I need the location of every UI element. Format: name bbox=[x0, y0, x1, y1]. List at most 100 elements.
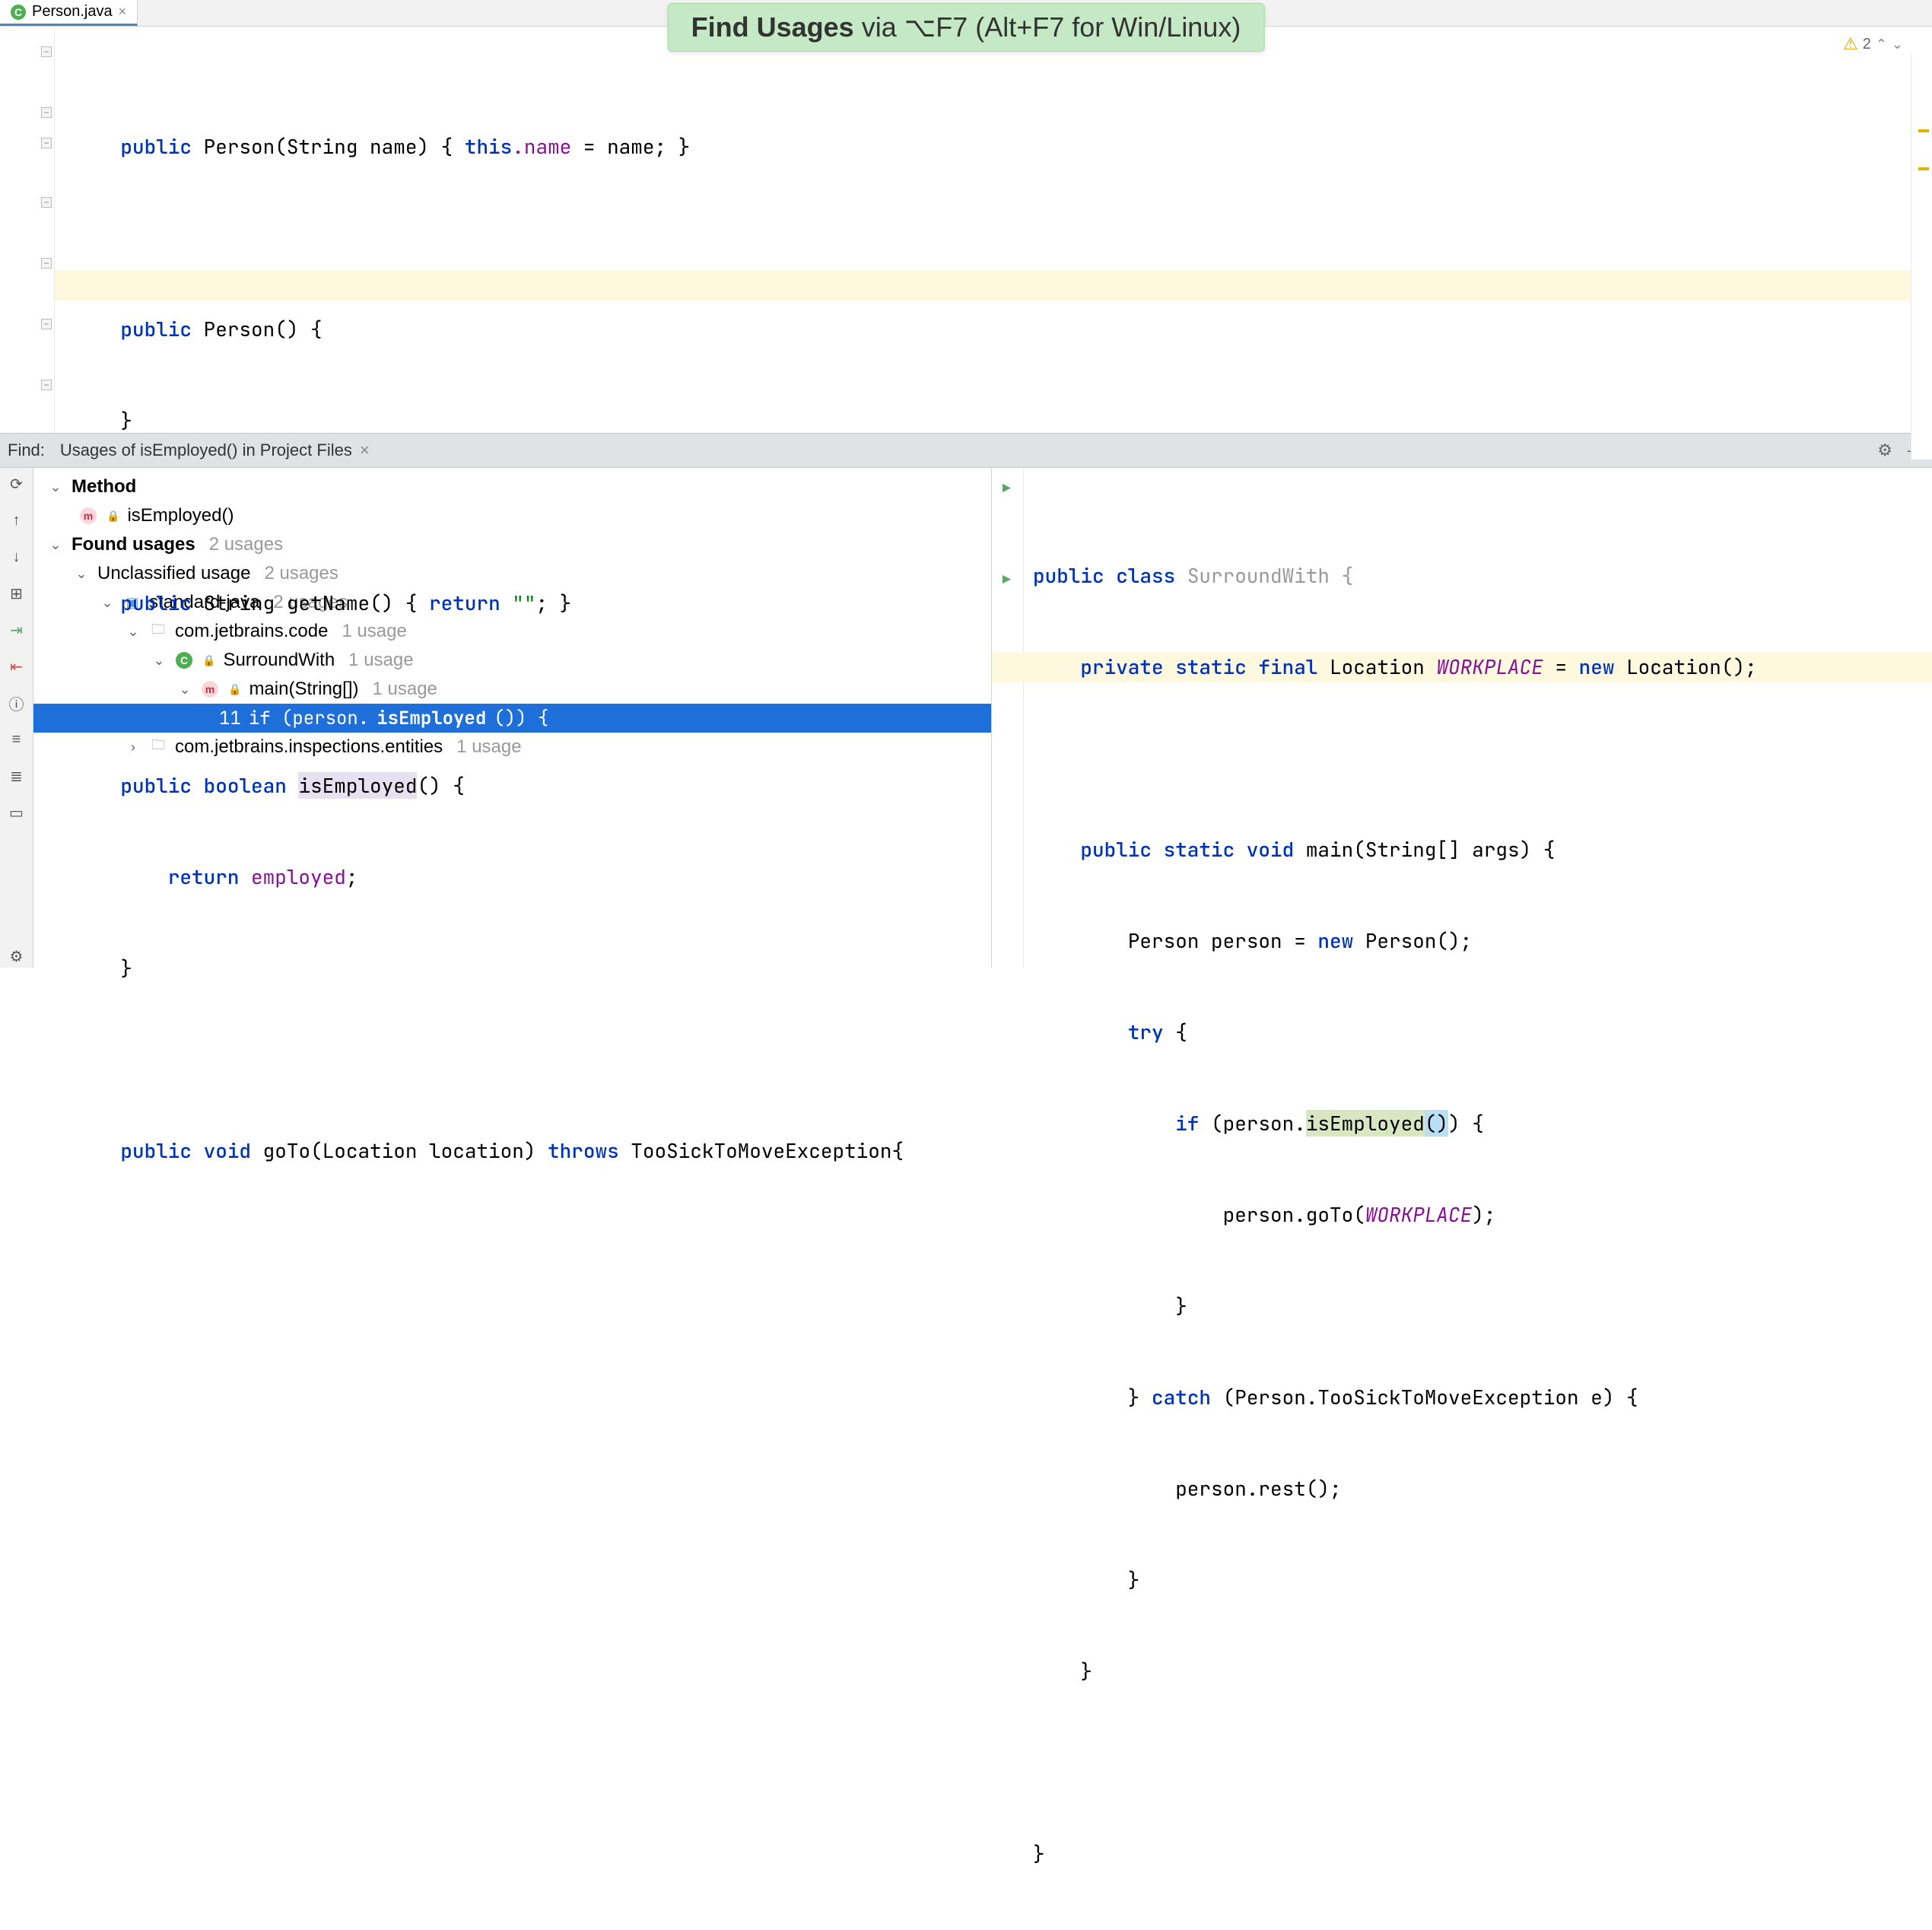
code-text: () { bbox=[370, 590, 429, 616]
code-text: TooSickToMoveException{ bbox=[631, 1137, 904, 1164]
preview-icon[interactable]: ▭ bbox=[5, 801, 28, 824]
collapse-all-icon[interactable]: ≣ bbox=[5, 765, 28, 787]
code-text: return bbox=[168, 863, 240, 890]
selected-identifier: isEmployed bbox=[298, 772, 417, 799]
file-tab[interactable]: C Person.java × bbox=[0, 0, 138, 26]
fold-icon[interactable]: − bbox=[41, 46, 52, 57]
expand-all-icon[interactable]: ≡ bbox=[5, 728, 28, 751]
code-text: public class bbox=[1033, 562, 1175, 589]
code-text bbox=[1033, 653, 1080, 680]
code-text: boolean bbox=[204, 772, 287, 799]
code-text: (Location location) bbox=[310, 1137, 535, 1164]
fold-icon[interactable]: − bbox=[41, 107, 52, 118]
code-text: } bbox=[120, 955, 132, 981]
code-text: public bbox=[120, 772, 192, 799]
code-text: (Person.TooSickToMoveException e) { bbox=[1211, 1384, 1638, 1410]
banner-rest: via ⌥F7 (Alt+F7 for Win/Linux) bbox=[854, 11, 1241, 43]
code-text: goTo bbox=[263, 1137, 310, 1164]
code-text: private static final bbox=[1080, 653, 1317, 680]
chevron-up-icon[interactable]: ⌃ bbox=[1876, 37, 1887, 52]
code-text bbox=[1033, 1110, 1175, 1137]
code-text: public bbox=[120, 1137, 192, 1164]
code-text: new bbox=[1317, 927, 1353, 954]
code-text: Person bbox=[204, 133, 275, 160]
code-text: person.rest(); bbox=[1033, 1475, 1342, 1502]
code-text: public static void bbox=[1080, 836, 1294, 863]
code-text: this bbox=[465, 133, 512, 160]
code-text: person.goTo( bbox=[1223, 1201, 1365, 1228]
fold-icon[interactable]: − bbox=[41, 197, 52, 208]
tip-banner: Find Usages via ⌥F7 (Alt+F7 for Win/Linu… bbox=[668, 3, 1265, 52]
fold-icon[interactable]: − bbox=[41, 380, 52, 390]
code-text: } bbox=[1033, 1840, 1045, 1867]
code-text: Person bbox=[204, 316, 275, 342]
warning-mark[interactable] bbox=[1918, 167, 1929, 170]
settings-icon[interactable]: ⚙ bbox=[5, 945, 28, 968]
code-text: } bbox=[120, 407, 132, 434]
code-text: { bbox=[429, 133, 465, 160]
code-text bbox=[535, 1137, 548, 1164]
rerun-icon[interactable]: ⟳ bbox=[5, 472, 28, 495]
code-text: SurroundWith bbox=[1187, 562, 1330, 589]
code-text: catch bbox=[1152, 1384, 1211, 1410]
code-text: () { bbox=[417, 772, 464, 799]
fold-icon[interactable]: − bbox=[41, 138, 52, 148]
find-label: Find: bbox=[8, 440, 45, 460]
code-text: } bbox=[1033, 1566, 1139, 1593]
fold-icon[interactable]: − bbox=[41, 258, 52, 269]
usage-highlight: isEmployed bbox=[1306, 1110, 1425, 1137]
group-by-icon[interactable]: ⊞ bbox=[5, 582, 28, 605]
code-text: public bbox=[120, 133, 192, 160]
code-text: WORKPLACE bbox=[1365, 1201, 1472, 1228]
code-text: WORKPLACE bbox=[1436, 653, 1543, 680]
close-tab-icon[interactable]: × bbox=[119, 4, 127, 20]
code-text: "" bbox=[512, 590, 535, 616]
code-text: ); bbox=[1472, 1201, 1495, 1228]
find-toolbar: ⟳ ↑ ↓ ⊞ ⇥ ⇤ ⓘ ≡ ≣ ▭ ⚙ bbox=[0, 468, 33, 968]
code-editor[interactable]: public Person(String name) { this.name =… bbox=[55, 27, 1932, 433]
chevron-down-icon[interactable]: ⌄ bbox=[1892, 37, 1903, 52]
code-text: public bbox=[120, 590, 192, 616]
code-text bbox=[1033, 927, 1128, 954]
code-text: { bbox=[1330, 562, 1353, 589]
code-text: getName bbox=[287, 590, 370, 616]
tab-filename: Person.java bbox=[32, 3, 113, 21]
code-text: try bbox=[1128, 1019, 1164, 1045]
code-text: } bbox=[1033, 1292, 1187, 1319]
banner-title: Find Usages bbox=[691, 11, 854, 43]
code-text bbox=[1033, 836, 1080, 863]
preview-gutter: ▶ ▶ bbox=[992, 468, 1024, 968]
error-stripe[interactable] bbox=[1911, 53, 1932, 459]
code-text: main bbox=[1294, 836, 1353, 863]
code-text: new bbox=[1579, 653, 1615, 680]
code-text: ; } bbox=[535, 590, 571, 616]
nav-right-icon[interactable]: ⇥ bbox=[5, 618, 28, 641]
code-text: void bbox=[204, 1137, 251, 1164]
nav-left-icon[interactable]: ⇤ bbox=[5, 655, 28, 678]
prev-occurrence-icon[interactable]: ↑ bbox=[5, 509, 28, 532]
code-text: ; bbox=[346, 863, 358, 890]
code-text: Location bbox=[1317, 653, 1436, 680]
code-text: () { bbox=[275, 316, 322, 342]
code-text: public bbox=[120, 316, 192, 342]
code-text: } bbox=[1033, 1384, 1152, 1410]
code-text: Location(); bbox=[1614, 653, 1756, 680]
code-text: String bbox=[204, 590, 275, 616]
code-text: = bbox=[1543, 653, 1579, 680]
code-text: { bbox=[1164, 1019, 1187, 1045]
editor-area: − − − − − − − public Person(String name)… bbox=[0, 27, 1932, 433]
code-text bbox=[1033, 1201, 1223, 1228]
code-text: (String[] args) { bbox=[1353, 836, 1555, 863]
warning-icon: ⚠ bbox=[1843, 34, 1858, 54]
next-occurrence-icon[interactable]: ↓ bbox=[5, 545, 28, 568]
class-icon: C bbox=[11, 5, 26, 20]
fold-icon[interactable]: − bbox=[41, 319, 52, 329]
code-text: throws bbox=[548, 1137, 619, 1164]
code-text: Person(); bbox=[1353, 927, 1472, 954]
code-text: return bbox=[429, 590, 500, 616]
inspections-widget[interactable]: ⚠ 2 ⌃ ⌄ bbox=[1843, 34, 1903, 54]
usage-highlight: () bbox=[1425, 1110, 1448, 1137]
info-icon[interactable]: ⓘ bbox=[5, 692, 28, 714]
usage-preview[interactable]: ▶ ▶ public class SurroundWith { private … bbox=[992, 468, 1932, 968]
code-text: } bbox=[1033, 1658, 1092, 1684]
